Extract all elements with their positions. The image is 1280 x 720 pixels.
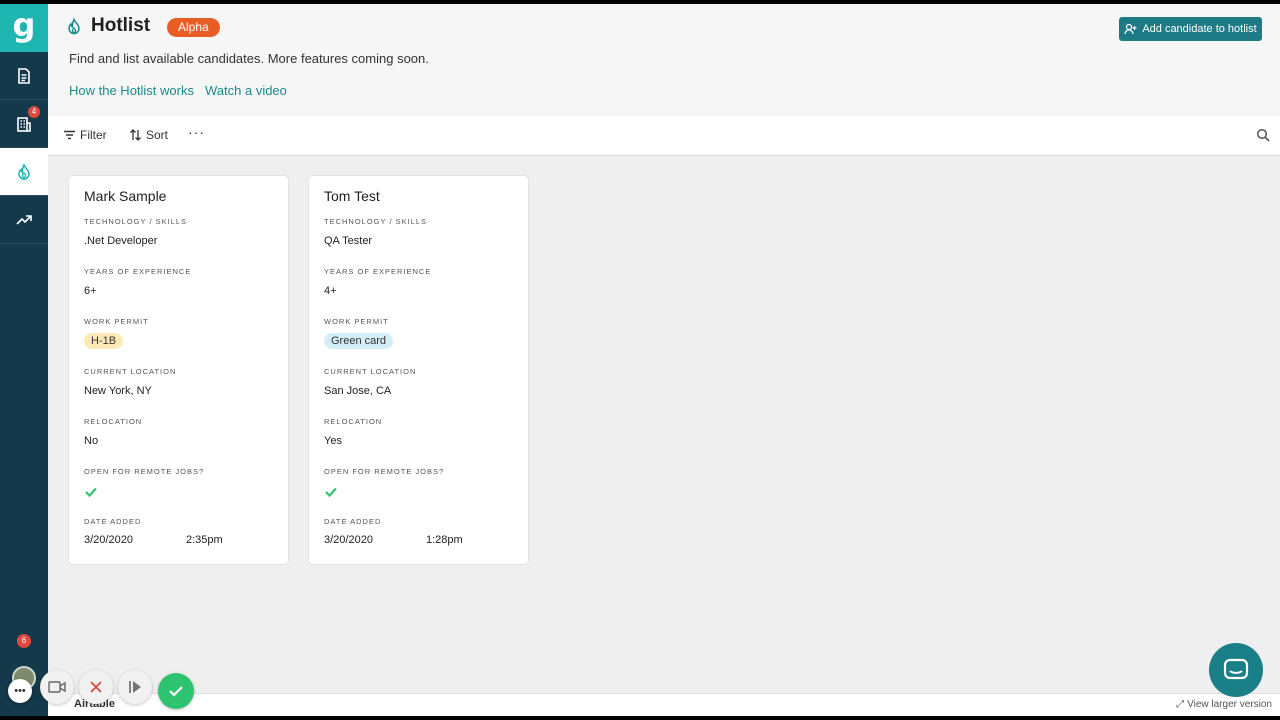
- page-subtitle: Find and list available candidates. More…: [69, 51, 429, 66]
- date-value: 3/20/2020: [84, 534, 133, 546]
- how-hotlist-works-link[interactable]: How the Hotlist works: [69, 83, 194, 98]
- filter-button[interactable]: Filter: [63, 128, 107, 142]
- sort-label: Sort: [146, 128, 169, 142]
- chat-launcher-button[interactable]: [1209, 643, 1263, 697]
- alpha-badge: Alpha: [167, 18, 220, 37]
- date-added-label: DATE ADDED: [84, 517, 142, 526]
- skills-label: TECHNOLOGY / SKILLS: [84, 217, 188, 226]
- filter-icon: [64, 130, 75, 140]
- document-icon: [18, 67, 30, 84]
- app-frame: g 4 6 Hotlist Alpha Find and list availa…: [0, 4, 1280, 716]
- logo-letter: g: [12, 6, 36, 44]
- candidate-card[interactable]: Mark Sample TECHNOLOGY / SKILLS .Net Dev…: [69, 176, 288, 564]
- more-actions-button[interactable]: •••: [8, 679, 32, 703]
- trending-icon: [16, 214, 32, 225]
- page-header: Hotlist Alpha Find and list available ca…: [48, 4, 1280, 116]
- notification-badge: 4: [28, 106, 40, 118]
- experience-label: YEARS OF EXPERIENCE: [84, 267, 192, 276]
- notification-badge: 6: [17, 634, 31, 648]
- add-candidate-label: Add candidate to hotlist: [1142, 23, 1257, 35]
- work-permit-badge: Green card: [324, 333, 394, 349]
- location-label: CURRENT LOCATION: [84, 367, 177, 376]
- time-value: 2:35pm: [186, 534, 223, 546]
- candidate-name: Mark Sample: [84, 188, 167, 204]
- play-button[interactable]: [118, 670, 152, 704]
- flame-icon: [68, 18, 80, 35]
- toolbar: Filter Sort ···: [48, 116, 1280, 156]
- view-larger-label: View larger version: [1187, 699, 1272, 710]
- candidate-card[interactable]: Tom Test TECHNOLOGY / SKILLS QA Tester Y…: [309, 176, 528, 564]
- relocation-value: Yes: [324, 435, 342, 447]
- embed-footer: Airtable ⤢ View larger version: [48, 693, 1280, 716]
- check-icon: [169, 686, 183, 697]
- candidate-name: Tom Test: [324, 188, 380, 204]
- watch-video-link[interactable]: Watch a video: [205, 83, 287, 98]
- add-user-icon: [1124, 23, 1137, 35]
- filter-label: Filter: [80, 128, 107, 142]
- experience-value: 4+: [324, 285, 337, 297]
- date-added-label: DATE ADDED: [324, 517, 382, 526]
- remote-label: OPEN FOR REMOTE JOBS?: [324, 467, 445, 476]
- skills-value: .Net Developer: [84, 235, 158, 247]
- location-label: CURRENT LOCATION: [324, 367, 417, 376]
- flame-icon: [18, 162, 30, 180]
- time-value: 1:28pm: [426, 534, 463, 546]
- sidebar-item-hotlist[interactable]: [0, 148, 48, 196]
- work-permit-label: WORK PERMIT: [324, 317, 389, 326]
- skills-label: TECHNOLOGY / SKILLS: [324, 217, 428, 226]
- work-permit-label: WORK PERMIT: [84, 317, 149, 326]
- camera-icon: [48, 681, 66, 693]
- experience-value: 6+: [84, 285, 97, 297]
- view-larger-link[interactable]: ⤢ View larger version: [1176, 699, 1272, 710]
- skills-value: QA Tester: [324, 235, 373, 247]
- work-permit-badge: H-1B: [84, 333, 124, 349]
- sidebar-item-analytics[interactable]: [0, 196, 48, 244]
- location-value: New York, NY: [84, 385, 152, 397]
- confirm-button[interactable]: [158, 673, 194, 709]
- sidebar-item-companies[interactable]: 4: [0, 100, 48, 148]
- chat-icon: [1223, 658, 1249, 680]
- check-icon: [325, 487, 337, 497]
- relocation-value: No: [84, 435, 99, 447]
- relocation-label: RELOCATION: [324, 417, 383, 426]
- relocation-label: RELOCATION: [84, 417, 143, 426]
- close-icon: [90, 681, 102, 693]
- sort-button[interactable]: Sort: [129, 128, 168, 142]
- sort-icon: [130, 129, 141, 141]
- experience-label: YEARS OF EXPERIENCE: [324, 267, 432, 276]
- play-icon: [129, 681, 141, 693]
- check-icon: [85, 487, 97, 497]
- dots-icon: •••: [14, 685, 26, 697]
- page-title: Hotlist: [91, 15, 151, 36]
- sidebar-item-documents[interactable]: [0, 52, 48, 100]
- camera-button[interactable]: [40, 670, 74, 704]
- date-value: 3/20/2020: [324, 534, 373, 546]
- sidebar: g 4 6: [0, 4, 48, 716]
- expand-icon: ⤢: [1176, 699, 1185, 710]
- search-icon[interactable]: [1256, 128, 1270, 142]
- more-options-button[interactable]: ···: [188, 124, 205, 140]
- remote-label: OPEN FOR REMOTE JOBS?: [84, 467, 205, 476]
- add-candidate-button[interactable]: Add candidate to hotlist: [1119, 17, 1262, 41]
- location-value: San Jose, CA: [324, 385, 392, 397]
- app-logo[interactable]: g: [0, 4, 48, 52]
- cancel-button[interactable]: [79, 670, 113, 704]
